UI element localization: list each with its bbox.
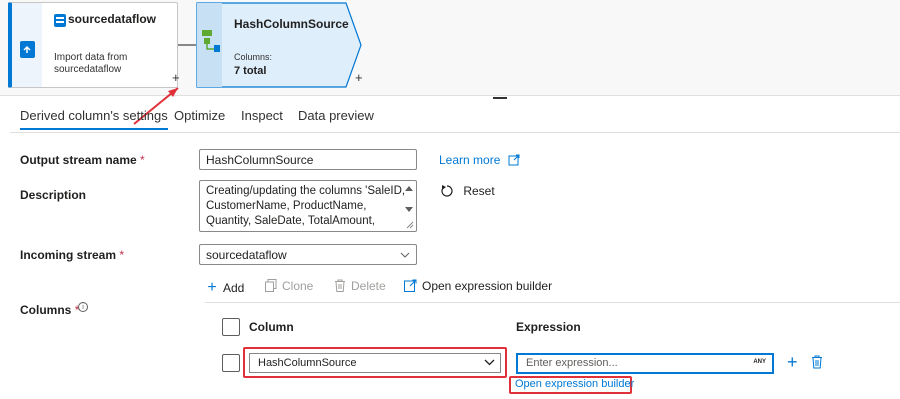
column-header: Column xyxy=(249,320,294,334)
type-badge: ANY xyxy=(753,359,766,365)
row-checkbox[interactable] xyxy=(222,354,240,372)
clone-button[interactable]: Clone xyxy=(265,279,313,293)
reset-label: Reset xyxy=(463,184,495,198)
delete-row-icon[interactable] xyxy=(811,355,823,369)
learn-more-text: Learn more xyxy=(439,153,501,167)
output-stream-label: Output stream name * xyxy=(20,153,145,167)
expression-input[interactable]: Enter expression... ANY xyxy=(516,353,774,374)
textarea-scrollbar[interactable] xyxy=(403,183,415,231)
hash-node-title: HashColumnSource xyxy=(234,17,349,31)
incoming-stream-dropdown[interactable]: sourcedataflow xyxy=(199,244,417,265)
source-node-icon xyxy=(54,14,66,27)
description-textarea[interactable]: Creating/updating the columns 'SaleID, C… xyxy=(199,180,417,232)
expression-placeholder: Enter expression... xyxy=(526,357,618,369)
description-label: Description xyxy=(20,188,87,202)
add-label: Add xyxy=(223,281,245,295)
open-external-icon xyxy=(404,279,417,292)
columns-label: Columns * xyxy=(20,303,79,317)
trash-icon xyxy=(335,279,345,292)
output-stream-input[interactable]: HashColumnSource xyxy=(199,149,417,170)
panel-resize-handle[interactable] xyxy=(493,97,507,99)
chevron-down-icon xyxy=(400,252,410,258)
open-expression-builder-link[interactable]: Open expression builder xyxy=(515,378,634,390)
reset-icon xyxy=(441,185,453,197)
add-column-button[interactable]: + Add xyxy=(205,279,244,297)
info-icon[interactable]: i xyxy=(78,302,88,312)
tab-data-preview[interactable]: Data preview xyxy=(298,108,374,123)
source-node-description: Import data from sourcedataflow xyxy=(54,52,128,75)
hash-column-node[interactable] xyxy=(196,2,362,88)
select-all-checkbox[interactable] xyxy=(222,318,240,336)
required-mark: * xyxy=(119,248,125,262)
incoming-stream-label-text: Incoming stream xyxy=(20,248,117,262)
tab-derived-column-settings[interactable]: Derived column's settings xyxy=(20,108,168,130)
column-name-value: HashColumnSource xyxy=(258,357,357,369)
required-mark: * xyxy=(140,153,145,167)
clone-icon xyxy=(265,279,277,292)
add-transform-button[interactable]: + xyxy=(172,70,180,85)
grid-top-divider xyxy=(205,302,900,303)
column-name-dropdown[interactable]: HashColumnSource xyxy=(249,353,501,373)
chevron-down-icon xyxy=(484,359,495,366)
add-transform-button-2[interactable]: + xyxy=(355,70,363,85)
tabs-divider xyxy=(10,132,900,133)
incoming-stream-label: Incoming stream * xyxy=(20,248,124,262)
plus-icon: + xyxy=(207,279,217,296)
node-connector xyxy=(178,44,196,46)
expression-header: Expression xyxy=(516,320,581,334)
hash-node-shape xyxy=(196,2,362,88)
learn-more-link[interactable]: Learn more xyxy=(439,153,520,167)
tab-optimize[interactable]: Optimize xyxy=(174,108,225,123)
hash-node-columns-value: 7 total xyxy=(234,65,267,77)
open-builder-label: Open expression builder xyxy=(422,279,553,293)
reset-button[interactable]: Reset xyxy=(440,184,495,198)
derived-column-icon xyxy=(202,30,220,52)
delete-label: Delete xyxy=(351,279,386,293)
output-stream-label-text: Output stream name xyxy=(20,153,137,167)
external-link-icon xyxy=(508,154,520,166)
tab-inspect[interactable]: Inspect xyxy=(241,108,283,123)
incoming-stream-value: sourcedataflow xyxy=(206,248,287,262)
open-expression-builder-button[interactable]: Open expression builder xyxy=(404,279,552,293)
database-icon xyxy=(20,41,35,58)
columns-label-text: Columns xyxy=(20,303,72,317)
delete-button[interactable]: Delete xyxy=(334,279,386,293)
add-row-button[interactable]: + xyxy=(787,352,798,373)
hash-node-columns-label: Columns: xyxy=(234,52,273,62)
clone-label: Clone xyxy=(282,279,314,293)
dataflow-canvas: sourcedataflow Import data from sourceda… xyxy=(0,0,900,96)
source-node-title: sourcedataflow xyxy=(68,12,157,26)
